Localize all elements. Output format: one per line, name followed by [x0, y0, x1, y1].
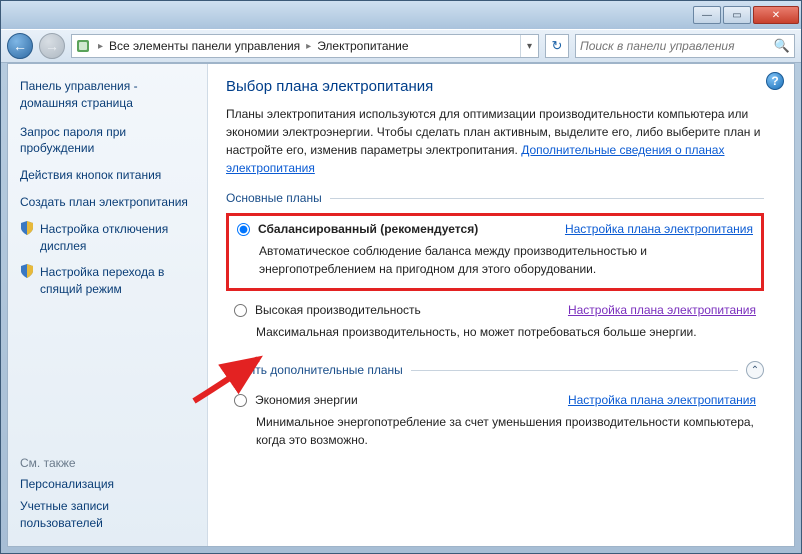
- chevron-up-icon[interactable]: ⌃: [746, 361, 764, 379]
- close-button[interactable]: ✕: [753, 6, 799, 24]
- sidebar-link-sleep[interactable]: Настройка перехода в спящий режим: [40, 264, 195, 298]
- shield-icon: [20, 221, 34, 235]
- sidebar-home-link[interactable]: Панель управления - домашняя страница: [20, 78, 195, 112]
- help-icon[interactable]: ?: [766, 72, 784, 90]
- maximize-button[interactable]: ▭: [723, 6, 751, 24]
- breadcrumb-item[interactable]: Электропитание: [315, 39, 410, 53]
- divider: [330, 198, 764, 199]
- divider: [411, 370, 738, 371]
- breadcrumb[interactable]: ▸ Все элементы панели управления ▸ Элект…: [71, 34, 539, 58]
- main-pane: ? Выбор плана электропитания Планы элект…: [208, 64, 794, 546]
- plan-radio-power-saver[interactable]: [234, 394, 247, 407]
- sidebar-link-personalization[interactable]: Персонализация: [20, 476, 195, 493]
- sidebar-link-user-accounts[interactable]: Учетные записи пользователей: [20, 498, 195, 532]
- plan-high-performance: Высокая производительность Настройка пла…: [226, 297, 764, 351]
- window-frame: — ▭ ✕ ← → ▸ Все элементы панели управлен…: [0, 0, 802, 554]
- plan-settings-link[interactable]: Настройка плана электропитания: [568, 393, 756, 407]
- search-icon: 🔍: [774, 38, 790, 54]
- titlebar: — ▭ ✕: [1, 1, 801, 29]
- plan-desc: Автоматическое соблюдение баланса между …: [259, 242, 753, 278]
- breadcrumb-item[interactable]: Все элементы панели управления: [107, 39, 302, 53]
- page-title: Выбор плана электропитания: [226, 78, 764, 95]
- plan-desc: Минимальное энергопотребление за счет ум…: [256, 413, 756, 449]
- refresh-button[interactable]: ↻: [545, 34, 569, 58]
- plan-name: Экономия энергии: [255, 393, 358, 407]
- plan-settings-link[interactable]: Настройка плана электропитания: [568, 303, 756, 317]
- search-input[interactable]: [580, 39, 774, 53]
- plan-radio-high-perf[interactable]: [234, 304, 247, 317]
- sidebar-link-password[interactable]: Запрос пароля при пробуждении: [20, 124, 195, 158]
- sidebar: Панель управления - домашняя страница За…: [8, 64, 208, 546]
- sidebar-link-create-plan[interactable]: Создать план электропитания: [20, 194, 195, 211]
- forward-button[interactable]: →: [39, 33, 65, 59]
- plan-power-saver: Экономия энергии Настройка плана электро…: [226, 387, 764, 459]
- breadcrumb-sep: ▸: [94, 41, 107, 52]
- plan-balanced: Сбалансированный (рекомендуется) Настрой…: [226, 213, 764, 291]
- search-box[interactable]: 🔍: [575, 34, 795, 58]
- section-label-main: Основные планы: [226, 191, 322, 205]
- see-also-label: См. также: [20, 456, 195, 470]
- address-bar: ← → ▸ Все элементы панели управления ▸ Э…: [1, 29, 801, 63]
- control-panel-icon: [72, 39, 94, 53]
- collapse-extra-plans[interactable]: Скрыть дополнительные планы ⌃: [226, 361, 764, 379]
- plan-name: Сбалансированный (рекомендуется): [258, 222, 478, 236]
- sidebar-link-buttons[interactable]: Действия кнопок питания: [20, 167, 195, 184]
- plan-desc: Максимальная производительность, но може…: [256, 323, 756, 341]
- sidebar-link-display-off[interactable]: Настройка отключения дисплея: [40, 221, 195, 255]
- plan-radio-balanced[interactable]: [237, 223, 250, 236]
- collapse-label: Скрыть дополнительные планы: [226, 363, 403, 377]
- back-button[interactable]: ←: [7, 33, 33, 59]
- shield-icon: [20, 264, 34, 278]
- plan-settings-link[interactable]: Настройка плана электропитания: [565, 222, 753, 236]
- intro-text: Планы электропитания используются для оп…: [226, 105, 764, 177]
- breadcrumb-dropdown[interactable]: ▾: [520, 35, 538, 57]
- plan-name: Высокая производительность: [255, 303, 421, 317]
- minimize-button[interactable]: —: [693, 6, 721, 24]
- breadcrumb-sep: ▸: [302, 41, 315, 52]
- content-area: Панель управления - домашняя страница За…: [7, 63, 795, 547]
